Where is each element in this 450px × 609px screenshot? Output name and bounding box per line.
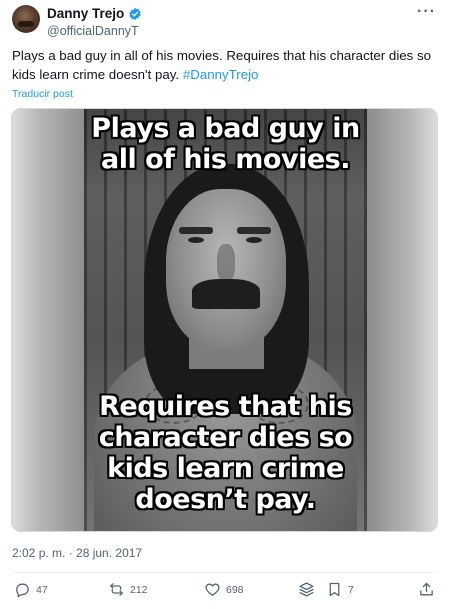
share-button[interactable] bbox=[418, 581, 435, 598]
photo-mustache bbox=[192, 279, 260, 309]
photo-brow-left bbox=[179, 227, 213, 234]
meme-photo: Plays a bad guy in all of his movies. Re… bbox=[84, 109, 367, 531]
author-row: Danny Trejo bbox=[47, 6, 142, 21]
bookmark-icon bbox=[329, 582, 340, 597]
avatar[interactable] bbox=[12, 5, 40, 33]
reply-button[interactable]: 47 bbox=[14, 581, 48, 598]
divider bbox=[12, 572, 438, 573]
bookmark-button[interactable]: 7 bbox=[326, 581, 354, 598]
bookmark-count: 7 bbox=[348, 583, 354, 596]
author-handle[interactable]: @officialDannyT bbox=[47, 24, 139, 38]
heart-icon bbox=[205, 583, 220, 596]
like-button[interactable]: 698 bbox=[204, 581, 244, 598]
photo-eye-left bbox=[188, 237, 204, 243]
reply-count: 47 bbox=[36, 583, 48, 596]
tweet-media[interactable]: Plays a bad guy in all of his movies. Re… bbox=[11, 108, 438, 532]
hashtag-link[interactable]: #DannyTrejo bbox=[183, 67, 259, 82]
translate-post-link[interactable]: Traducir post bbox=[12, 88, 73, 100]
like-count: 698 bbox=[226, 583, 244, 596]
action-bar: 47 212 698 7 bbox=[0, 581, 450, 603]
media-blur-left bbox=[12, 109, 84, 531]
meme-top-caption: Plays a bad guy in all of his movies. bbox=[91, 113, 360, 175]
repost-icon bbox=[110, 583, 123, 596]
media-blur-right bbox=[365, 109, 437, 531]
tweet-timestamp[interactable]: 2:02 p. m. · 28 jun. 2017 bbox=[12, 546, 142, 560]
photo-brow-right bbox=[237, 227, 271, 234]
repost-button[interactable]: 212 bbox=[108, 581, 148, 598]
photo-nose bbox=[217, 244, 235, 282]
more-options-icon[interactable]: ··· bbox=[417, 3, 436, 21]
layers-icon bbox=[299, 582, 314, 597]
views-button[interactable] bbox=[298, 581, 315, 598]
share-icon bbox=[420, 582, 433, 596]
meme-bottom-caption: Requires that his character dies so kids… bbox=[98, 391, 353, 515]
verified-badge-icon bbox=[129, 7, 141, 20]
repost-count: 212 bbox=[130, 583, 148, 596]
reply-icon bbox=[16, 583, 29, 598]
author-name[interactable]: Danny Trejo bbox=[47, 6, 124, 21]
tweet-text: Plays a bad guy in all of his movies. Re… bbox=[12, 47, 440, 84]
photo-eye-right bbox=[246, 237, 262, 243]
